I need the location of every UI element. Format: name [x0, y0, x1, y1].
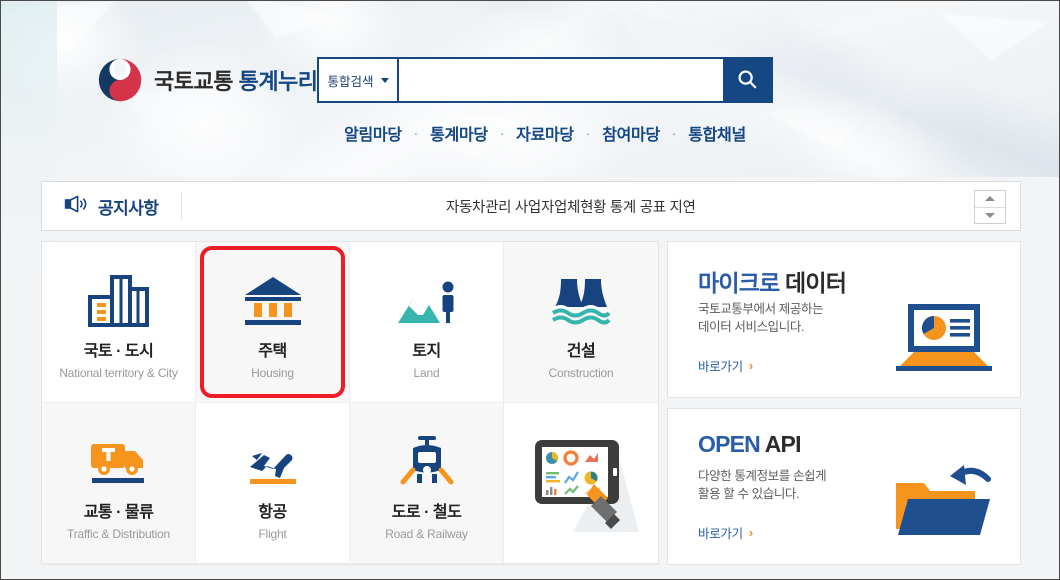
promo-link[interactable]: 바로가기 › — [698, 356, 753, 375]
dam-water-icon — [551, 265, 611, 327]
notice-next-button[interactable] — [975, 208, 1005, 224]
nav-item-4[interactable]: 통합채널 — [688, 121, 746, 145]
notice-label-group: 공지사항 — [42, 192, 182, 220]
open-folder-arrow-icon — [890, 461, 998, 548]
chevron-right-icon: › — [748, 358, 753, 373]
promo-title-accent: OPEN — [698, 431, 761, 457]
tile-label-ko: 교통 · 물류 — [83, 503, 154, 521]
city-buildings-icon — [87, 265, 150, 327]
chevron-down-icon — [985, 212, 995, 218]
truck-icon — [87, 426, 151, 488]
promo-title: OPEN API — [698, 431, 801, 458]
site-header: 국토교통 통계누리 통합검색 알림마당 · 통계마당 · 자료마당 · 참여마당… — [1, 1, 1059, 177]
promo-description-line1: 국토교통부에서 제공하는 — [698, 302, 824, 316]
search-category-label: 통합검색 — [327, 74, 374, 89]
notice-text[interactable]: 자동차관리 사업자업체현황 통계 공표 지연 — [182, 196, 1020, 217]
nav-item-3[interactable]: 참여마당 — [602, 121, 660, 145]
promo-card-open-api[interactable]: OPEN API 다양한 통계정보를 손쉽게 활용 할 수 있습니다. 바로가기… — [667, 408, 1021, 565]
promo-description-line1: 다양한 통계정보를 손쉽게 — [698, 469, 827, 483]
nav-separator: · — [671, 125, 677, 141]
taegeuk-logo-icon — [97, 57, 143, 103]
promo-link-label: 바로가기 — [698, 360, 743, 374]
tile-national-territory-city[interactable]: 국토 · 도시 National territory & City — [42, 242, 196, 403]
tile-construction[interactable]: 건설 Construction — [504, 242, 658, 403]
site-logo[interactable]: 국토교통 통계누리 — [97, 57, 318, 103]
tile-label-en: Traffic & Distribution — [67, 526, 170, 541]
tile-label-en: Flight — [258, 526, 287, 541]
promo-title-rest: API — [759, 431, 802, 457]
tile-label-ko: 토지 — [412, 342, 441, 360]
tile-label-en: National territory & City — [59, 365, 178, 380]
promo-description: 다양한 통계정보를 손쉽게 활용 할 수 있습니다. — [698, 467, 827, 503]
nav-item-2[interactable]: 자료마당 — [516, 121, 574, 145]
category-tile-grid: 국토 · 도시 National territory & City 주택 Hou… — [41, 241, 659, 565]
page-root: 국토교통 통계누리 통합검색 알림마당 · 통계마당 · 자료마당 · 참여마당… — [0, 0, 1060, 580]
search-button[interactable] — [723, 59, 771, 101]
global-navigation: 알림마당 · 통계마당 · 자료마당 · 참여마당 · 통합채널 — [317, 121, 773, 145]
search-category-select[interactable]: 통합검색 — [319, 59, 399, 101]
promo-title: 마이크로 데이터 — [698, 264, 847, 298]
tile-label-en: Housing — [251, 365, 294, 380]
chevron-up-icon — [985, 196, 995, 202]
tile-traffic-distribution[interactable]: 교통 · 물류 Traffic & Distribution — [42, 403, 196, 564]
mountain-person-icon — [396, 265, 458, 327]
notice-label: 공지사항 — [98, 198, 159, 218]
promo-title-rest: 데이터 — [779, 270, 847, 296]
notice-bar: 공지사항 자동차관리 사업자업체현황 통계 공표 지연 — [41, 181, 1021, 231]
promo-link[interactable]: 바로가기 › — [698, 523, 753, 542]
tile-road-railway[interactable]: 도로 · 철도 Road & Railway — [350, 403, 504, 564]
airplane-takeoff-icon — [242, 426, 304, 488]
notice-navigation — [974, 190, 1006, 224]
chevron-right-icon: › — [748, 525, 753, 540]
tile-housing[interactable]: 주택 Housing — [196, 242, 350, 403]
tile-tablet-illustration — [504, 403, 658, 564]
tile-flight[interactable]: 항공 Flight — [196, 403, 350, 564]
promo-description-line2: 데이터 서비스입니다. — [698, 320, 805, 335]
tile-label-ko: 주택 — [258, 342, 287, 360]
tablet-charts-hand-illustration — [521, 428, 641, 538]
brand-title: 국토교통 통계누리 — [154, 64, 318, 96]
promo-link-label: 바로가기 — [698, 527, 743, 541]
nav-separator: · — [585, 125, 591, 141]
brand-title-prefix: 국토교통 — [154, 69, 239, 94]
tile-label-ko: 국토 · 도시 — [83, 342, 154, 360]
notice-prev-button[interactable] — [975, 191, 1005, 208]
nav-item-0[interactable]: 알림마당 — [344, 121, 402, 145]
promo-title-accent: 마이크로 — [698, 270, 780, 296]
nav-separator: · — [499, 125, 505, 141]
megaphone-icon — [64, 194, 88, 219]
search-bar: 통합검색 — [317, 57, 773, 103]
search-icon — [736, 68, 758, 93]
tile-label-ko: 건설 — [566, 342, 596, 360]
search-input[interactable] — [399, 59, 723, 101]
train-icon — [397, 426, 457, 488]
promo-description: 국토교통부에서 제공하는 데이터 서비스입니다. — [698, 300, 824, 336]
laptop-piechart-icon — [890, 300, 998, 381]
promo-description-line2: 활용 할 수 있습니다. — [698, 487, 800, 502]
chevron-down-icon — [380, 77, 389, 83]
tile-label-en: Construction — [548, 365, 614, 380]
promo-card-micro-data[interactable]: 마이크로 데이터 국토교통부에서 제공하는 데이터 서비스입니다. 바로가기 › — [667, 241, 1021, 398]
tile-label-en: Land — [413, 365, 440, 380]
brand-title-accent: 통계누리 — [238, 69, 318, 94]
nav-separator: · — [413, 125, 419, 141]
tile-label-en: Road & Railway — [385, 526, 468, 541]
nav-item-1[interactable]: 통계마당 — [430, 121, 488, 145]
tile-land[interactable]: 토지 Land — [350, 242, 504, 403]
tile-label-ko: 도로 · 철도 — [391, 503, 462, 521]
bank-building-icon — [243, 265, 303, 327]
tile-label-ko: 항공 — [258, 503, 287, 521]
